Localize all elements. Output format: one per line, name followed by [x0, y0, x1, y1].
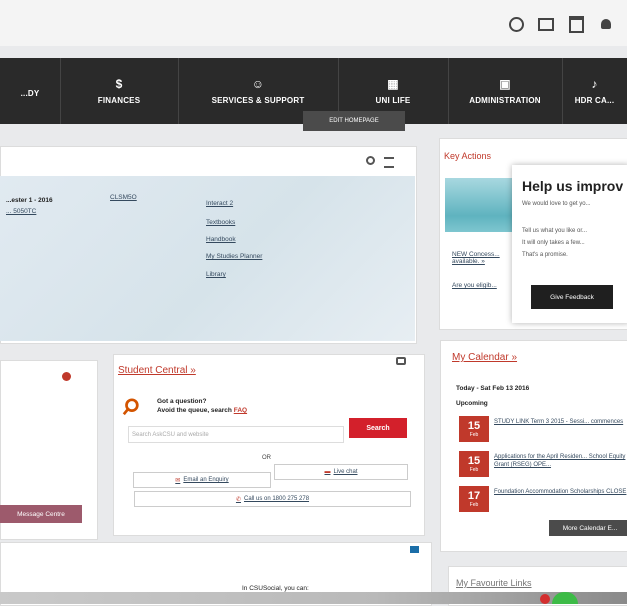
email-enquiry-button[interactable]: ✉ Email an Enquiry [133, 472, 271, 488]
message-centre-button[interactable]: Message Centre [0, 505, 82, 523]
nav-item-study[interactable]: ...DY [0, 58, 61, 124]
link-interact2[interactable]: Interact 2 [206, 200, 233, 207]
edit-homepage-button[interactable]: EDIT HOMEPAGE [303, 111, 405, 131]
email-enquiry-label: Email an Enquiry [183, 477, 229, 483]
social-text: In CSUSocial, you can: [242, 585, 309, 592]
link-studies-planner[interactable]: My Studies Planner [206, 253, 262, 260]
key-actions-image [445, 178, 515, 232]
feedback-text-1: We would love to get yo... [522, 201, 591, 207]
eligibility-link[interactable]: Are you eligib... [452, 282, 497, 289]
nav-item-finances[interactable]: $ FINANCES [60, 58, 179, 124]
dollar-icon: $ [115, 77, 123, 91]
call-us-button[interactable]: ✆ Call us on 1800 275 278 [134, 491, 411, 507]
more-calendar-button[interactable]: More Calendar E... [549, 520, 627, 536]
nav-label: SERVICES & SUPPORT [211, 96, 305, 105]
event-day: 15 [467, 419, 481, 432]
mail-icon[interactable] [538, 16, 554, 32]
utility-bar [0, 0, 627, 46]
chat-bubble-icon [410, 546, 419, 553]
favourites-title[interactable]: My Favourite Links [456, 578, 532, 588]
search-input[interactable]: Search AskCSU and website [128, 426, 344, 443]
call-us-label: Call us on 1800 275 278 [243, 496, 310, 502]
event-month: Feb [469, 431, 479, 438]
search-icon [122, 398, 139, 416]
event-month: Feb [469, 501, 479, 508]
upcoming-label: Upcoming [456, 400, 488, 407]
taskbar [0, 592, 627, 604]
live-chat-button[interactable]: ▬ Live chat [274, 464, 408, 480]
nav-label: UNI LIFE [375, 96, 411, 105]
nav-item-administration[interactable]: ▣ ADMINISTRATION [448, 58, 563, 124]
list-icon[interactable] [384, 157, 394, 168]
event-month: Feb [469, 466, 479, 473]
event-date-2: 15 Feb [459, 451, 489, 477]
student-central-panel [113, 354, 425, 536]
building-icon: ▦ [387, 77, 399, 91]
support-icon: ☺ [251, 77, 265, 91]
phone-icon [396, 357, 406, 365]
calendar-range: Today - Sat Feb 13 2016 [456, 385, 530, 392]
faq-link[interactable]: FAQ [234, 407, 247, 414]
nav-label: ADMINISTRATION [469, 96, 541, 105]
feedback-text-2: Tell us what you like or... [522, 228, 588, 234]
subject-code-link[interactable]: ... 5050TC [6, 208, 36, 215]
concession-link[interactable]: NEW Concess... available. » [452, 251, 512, 265]
event-day: 15 [467, 454, 481, 467]
user-icon[interactable] [598, 16, 614, 32]
feedback-text-3: It will only takes a few... [522, 240, 585, 246]
question-heading: Got a question? [157, 398, 207, 405]
music-icon: ♪ [591, 77, 598, 91]
email-icon: ✉ [175, 477, 181, 484]
link-handbook[interactable]: Handbook [206, 236, 236, 243]
event-link-2[interactable]: Applications for the April Residen... Sc… [494, 453, 627, 469]
or-divider: OR [262, 455, 271, 461]
semester-label: ...ester 1 - 2016 [6, 197, 53, 204]
calendar-icon[interactable] [568, 15, 584, 33]
nav-item-hdr[interactable]: ♪ HDR CA... [562, 58, 627, 124]
question-sub: Avoid the queue, search FAQ [157, 407, 247, 414]
nav-label: HDR CA... [574, 96, 615, 105]
event-date-1: 15 Feb [459, 416, 489, 442]
feedback-text-4: That's a promise. [522, 252, 568, 258]
event-link-3[interactable]: Foundation Accommodation Scholarships CL… [494, 488, 627, 496]
event-link-1[interactable]: STUDY LINK Term 3 2015 - Sessi... commen… [494, 418, 627, 426]
student-central-title[interactable]: Student Central » [118, 365, 196, 376]
chat-icon: ▬ [324, 469, 331, 475]
taskbar-red-icon[interactable] [540, 594, 550, 604]
live-chat-label: Live chat [333, 469, 358, 475]
calendar-title[interactable]: My Calendar » [452, 352, 517, 363]
question-sub-text: Avoid the queue, search [157, 407, 234, 414]
phone-small-icon: ✆ [235, 496, 241, 503]
give-feedback-button[interactable]: Give Feedback [531, 285, 613, 309]
nav-label: ...DY [20, 89, 40, 98]
feedback-title: Help us improv [522, 178, 624, 194]
subject-link[interactable]: CLSM5O [110, 194, 137, 201]
event-day: 17 [467, 489, 481, 502]
event-date-3: 17 Feb [459, 486, 489, 512]
link-textbooks[interactable]: Textbooks [206, 219, 235, 226]
key-actions-title: Key Actions [444, 151, 492, 161]
briefcase-icon: ▣ [499, 77, 511, 91]
settings-icon[interactable] [366, 156, 375, 165]
lightbulb-icon[interactable] [508, 16, 524, 32]
link-library[interactable]: Library [206, 271, 226, 278]
alert-icon [62, 372, 71, 381]
nav-label: FINANCES [97, 96, 141, 105]
search-button[interactable]: Search [349, 418, 407, 438]
